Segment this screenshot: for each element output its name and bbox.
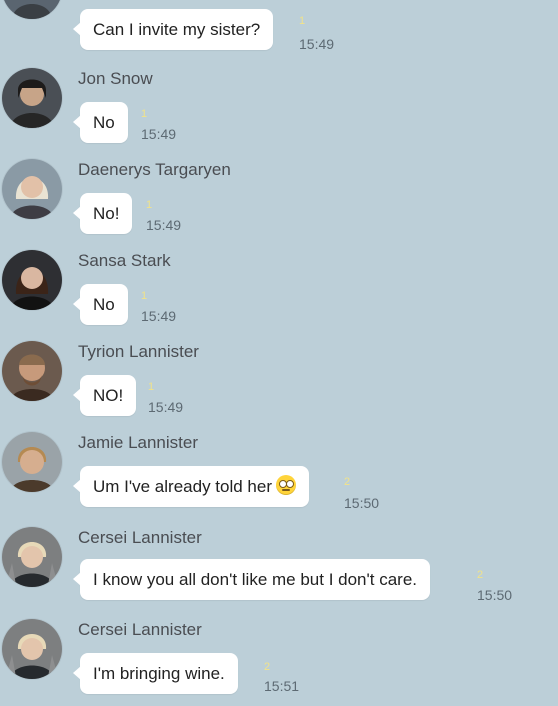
- message-bubble[interactable]: NO!: [72, 375, 137, 416]
- avatar[interactable]: [2, 341, 62, 401]
- message-text: No!: [93, 204, 120, 223]
- read-count: 1: [146, 199, 153, 211]
- message-bubble[interactable]: Can I invite my sister?: [72, 9, 274, 50]
- sender-name[interactable]: Daenerys Targaryen: [78, 160, 231, 180]
- avatar[interactable]: [2, 159, 62, 219]
- avatar-person-icon: [2, 619, 62, 679]
- message: Cersei Lannister I know you all don't li…: [0, 527, 558, 605]
- avatar-person-icon: [2, 432, 62, 492]
- message-text: I know you all don't like me but I don't…: [93, 570, 417, 589]
- message: Jamie Lannister Um I've already told her…: [0, 432, 558, 512]
- message: Daenerys Targaryen No! 1 15:49: [0, 159, 558, 235]
- message-text: I'm bringing wine.: [93, 664, 225, 683]
- face-with-rolling-eyes-icon: [276, 475, 296, 495]
- avatar[interactable]: [2, 68, 62, 128]
- chat-history: Can I invite my sister? 1 15:49 Jon Snow…: [0, 0, 558, 706]
- sender-name[interactable]: Cersei Lannister: [78, 620, 202, 640]
- read-count: 1: [148, 381, 155, 393]
- avatar[interactable]: [2, 250, 62, 310]
- message-bubble[interactable]: No: [73, 102, 128, 143]
- message: Tyrion Lannister NO! 1 15:49: [0, 341, 558, 417]
- message: Jon Snow No 1 15:49: [0, 68, 558, 144]
- message-bubble[interactable]: I'm bringing wine.: [73, 653, 238, 694]
- read-count: 2: [477, 569, 484, 581]
- message-time: 15:49: [299, 36, 335, 52]
- message-time: 15:49: [146, 217, 182, 233]
- message-time: 15:49: [141, 308, 177, 324]
- message-bubble[interactable]: No: [73, 284, 128, 325]
- message-text: No: [93, 113, 115, 132]
- message-bubble[interactable]: I know you all don't like me but I don't…: [73, 559, 430, 600]
- sender-name[interactable]: Sansa Stark: [78, 251, 171, 271]
- message: Sansa Stark No 1 15:49: [0, 250, 558, 326]
- read-count: 2: [344, 476, 351, 488]
- message-bubble[interactable]: No!: [72, 193, 133, 234]
- read-count: 1: [141, 108, 148, 120]
- message-text: Can I invite my sister?: [93, 20, 261, 39]
- read-count: 2: [264, 661, 271, 673]
- message-time: 15:49: [141, 126, 177, 142]
- read-count: 1: [141, 290, 148, 302]
- avatar-person-icon: [2, 527, 62, 587]
- avatar[interactable]: [2, 0, 62, 19]
- read-count: 1: [299, 15, 306, 27]
- avatar-person-icon: [2, 68, 62, 128]
- message-time: 15:50: [344, 495, 380, 511]
- message: Cersei Lannister I'm bringing wine. 2 15…: [0, 619, 558, 699]
- message-text: NO!: [93, 386, 124, 405]
- sender-name[interactable]: Tyrion Lannister: [78, 342, 199, 362]
- sender-name[interactable]: Jamie Lannister: [78, 433, 198, 453]
- message-text: Um I've already told her: [93, 477, 272, 496]
- message-bubble[interactable]: Um I've already told her: [73, 466, 309, 507]
- avatar-person-icon: [2, 159, 62, 219]
- avatar-person-icon: [2, 250, 62, 310]
- message: Can I invite my sister? 1 15:49: [0, 0, 558, 52]
- sender-name[interactable]: Cersei Lannister: [78, 528, 202, 548]
- message-time: 15:51: [264, 678, 300, 694]
- message-time: 15:50: [477, 587, 513, 603]
- avatar[interactable]: [2, 527, 62, 587]
- sender-name[interactable]: Jon Snow: [78, 69, 153, 89]
- message-text: No: [93, 295, 115, 314]
- avatar-person-icon: [2, 341, 62, 401]
- avatar-person-icon: [2, 0, 62, 19]
- avatar[interactable]: [2, 432, 62, 492]
- avatar[interactable]: [2, 619, 62, 679]
- message-time: 15:49: [148, 399, 184, 415]
